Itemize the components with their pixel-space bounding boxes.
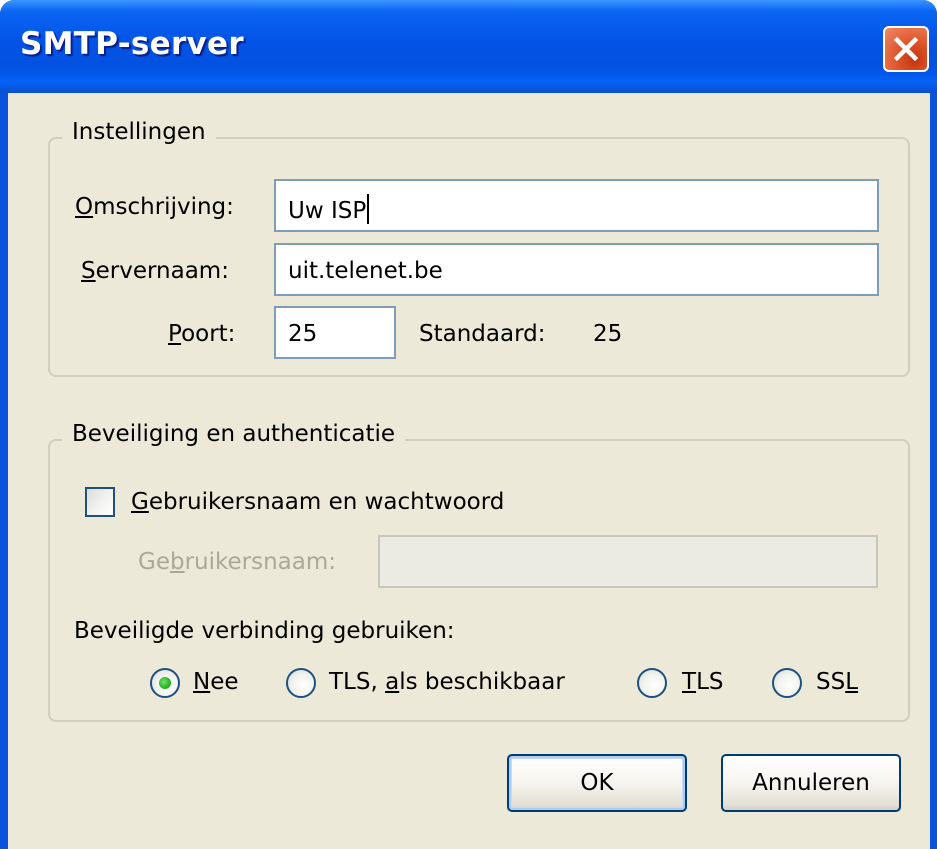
ok-button[interactable]: OK <box>507 754 687 812</box>
default-port-label: Standaard: <box>419 321 546 347</box>
smtp-server-dialog: SMTP-server Instellingen Omschrijving: U… <box>0 0 937 849</box>
radio-tls[interactable] <box>637 668 667 698</box>
port-label: Poort: <box>168 321 236 347</box>
radio-tls-label[interactable]: TLS <box>682 669 723 695</box>
text-caret <box>367 194 370 224</box>
default-port-value: 25 <box>593 321 623 347</box>
cancel-button[interactable]: Annuleren <box>721 754 901 812</box>
window-title: SMTP-server <box>20 26 244 62</box>
radio-nee[interactable] <box>150 668 180 698</box>
server-name-label: Servernaam: <box>81 258 229 284</box>
description-input[interactable]: Uw ISP <box>274 179 879 232</box>
server-name-input[interactable]: uit.telenet.be <box>274 243 879 296</box>
auth-checkbox[interactable] <box>85 487 115 517</box>
description-label: Omschrijving: <box>75 194 234 220</box>
secure-connection-label: Beveiligde verbinding gebruiken: <box>74 618 455 644</box>
radio-ssl-label[interactable]: SSL <box>816 669 858 695</box>
title-bar[interactable]: SMTP-server <box>0 0 937 93</box>
close-button[interactable] <box>883 26 929 72</box>
security-legend: Beveiliging en authenticatie <box>62 421 406 447</box>
radio-ssl[interactable] <box>772 668 802 698</box>
dialog-body: Instellingen Omschrijving: Uw ISP Server… <box>8 93 930 849</box>
radio-tls-if-available-label[interactable]: TLS, als beschikbaar <box>329 669 565 695</box>
settings-legend: Instellingen <box>62 119 216 145</box>
username-label: Gebruikersnaam: <box>138 549 337 575</box>
close-x-icon <box>893 36 919 62</box>
radio-tls-if-available[interactable] <box>286 668 316 698</box>
radio-nee-label[interactable]: Nee <box>193 669 239 695</box>
port-input[interactable]: 25 <box>274 306 396 359</box>
username-input[interactable] <box>378 535 878 588</box>
auth-checkbox-label[interactable]: Gebruikersnaam en wachtwoord <box>131 489 504 515</box>
radio-selected-dot <box>159 677 171 689</box>
